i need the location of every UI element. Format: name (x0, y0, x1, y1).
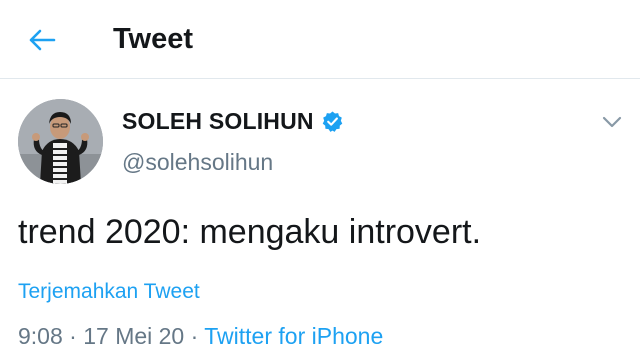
translate-tweet-link[interactable]: Terjemahkan Tweet (18, 278, 200, 306)
tweet-source-link[interactable]: Twitter for iPhone (204, 323, 383, 349)
tweet-metadata: 9:08 · 17 Mei 20 · Twitter for iPhone (18, 320, 383, 352)
author-handle[interactable]: @solehsolihun (122, 147, 273, 177)
profile-photo-icon (18, 99, 103, 184)
arrow-left-icon (29, 29, 56, 51)
page-title: Tweet (113, 23, 194, 55)
back-button[interactable] (22, 20, 62, 60)
author-name-row[interactable]: SOLEH SOLIHUN (122, 106, 344, 136)
tweet-date: 17 Mei 20 (83, 323, 185, 349)
tweet-time: 9:08 (18, 323, 63, 349)
avatar[interactable] (18, 99, 103, 184)
top-bar: Tweet (0, 0, 640, 79)
author-display-name[interactable]: SOLEH SOLIHUN (122, 106, 314, 136)
tweet-text: trend 2020: mengaku introvert. (18, 213, 482, 251)
meta-separator: · (69, 323, 77, 349)
verified-badge-icon (322, 110, 343, 132)
chevron-down-icon[interactable] (600, 112, 624, 132)
meta-separator: · (190, 323, 199, 349)
